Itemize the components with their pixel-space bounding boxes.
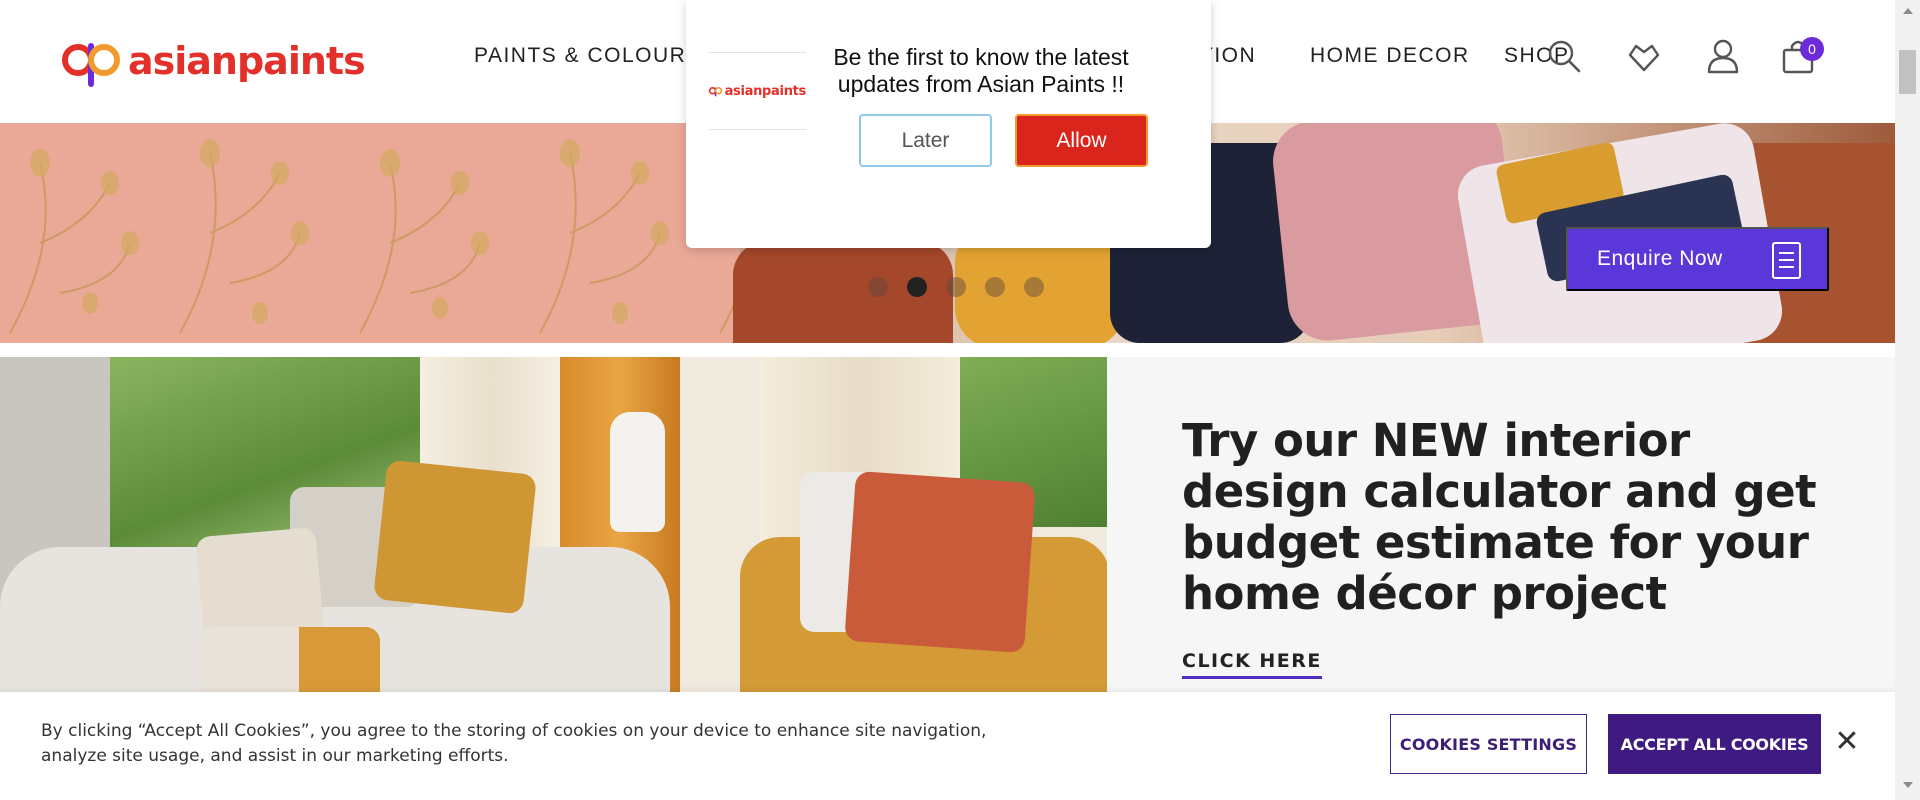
logo-mark-icon bbox=[62, 43, 120, 87]
user-icon[interactable] bbox=[1703, 36, 1743, 76]
push-message: Be the first to know the latest updates … bbox=[833, 44, 1129, 97]
carousel-dot[interactable] bbox=[946, 277, 966, 297]
accept-all-cookies-button[interactable]: ACCEPT ALL COOKIES bbox=[1608, 714, 1821, 774]
push-logo-wordmark: asianpaints bbox=[724, 83, 807, 99]
cookie-consent-text: By clicking “Accept All Cookies”, you ag… bbox=[41, 721, 987, 766]
page-scrollbar[interactable] bbox=[1895, 0, 1920, 800]
carousel-dot-active[interactable] bbox=[907, 277, 927, 297]
carousel-dot[interactable] bbox=[1024, 277, 1044, 297]
allow-button[interactable]: Allow bbox=[1015, 114, 1148, 167]
form-document-icon bbox=[1772, 242, 1801, 279]
nav-paints-colours[interactable]: PAINTS & COLOURS bbox=[474, 44, 702, 68]
enquire-now-label: Enquire Now bbox=[1597, 247, 1723, 270]
push-logo: asianpaints bbox=[708, 52, 806, 130]
scrollbar-thumb[interactable] bbox=[1899, 50, 1916, 94]
push-notification-popup: asianpaints Be the first to know the lat… bbox=[686, 0, 1211, 248]
cart-count-badge: 0 bbox=[1800, 37, 1824, 61]
scroll-up-arrow-icon[interactable] bbox=[1903, 8, 1913, 14]
scroll-down-arrow-icon[interactable] bbox=[1903, 782, 1913, 788]
cookies-settings-button[interactable]: COOKIES SETTINGS bbox=[1390, 714, 1587, 774]
nav-home-decor[interactable]: HOME DECOR bbox=[1310, 44, 1470, 68]
carousel-dots bbox=[868, 277, 1044, 297]
enquire-now-button[interactable]: Enquire Now bbox=[1566, 227, 1829, 291]
wishlist-heart-icon[interactable] bbox=[1624, 36, 1664, 76]
close-icon[interactable]: ✕ bbox=[1833, 727, 1861, 757]
logo-mark-icon bbox=[708, 87, 723, 97]
logo-wordmark: asianpaints bbox=[128, 39, 366, 83]
promo-title: Try our NEW interior design calculator a… bbox=[1182, 414, 1817, 620]
cookie-consent-banner: By clicking “Accept All Cookies”, you ag… bbox=[0, 692, 1895, 800]
search-icon[interactable] bbox=[1544, 36, 1584, 76]
click-here-link[interactable]: CLICK HERE bbox=[1182, 650, 1322, 679]
asian-paints-logo[interactable]: asianpaints bbox=[58, 34, 366, 88]
later-button[interactable]: Later bbox=[859, 114, 992, 167]
carousel-dot[interactable] bbox=[868, 277, 888, 297]
carousel-dot[interactable] bbox=[985, 277, 1005, 297]
